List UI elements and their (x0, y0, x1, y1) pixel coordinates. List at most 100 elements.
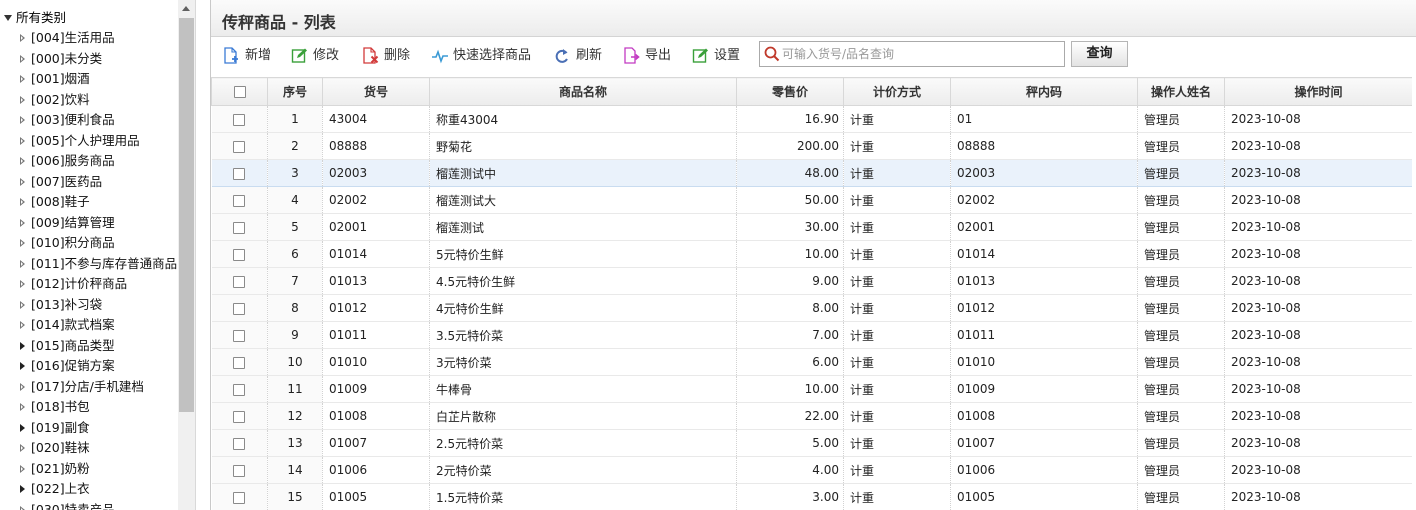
tree-item[interactable]: [003]便利食品 (20, 110, 115, 130)
row-checkbox[interactable] (233, 194, 246, 207)
cell-select[interactable] (211, 321, 268, 349)
expand-right-icon[interactable] (20, 116, 25, 124)
table-row[interactable]: 3 02003 榴莲测试中 48.00 计重 02003 管理员 2023-10-08 (211, 159, 1413, 187)
expand-right-icon[interactable] (20, 505, 25, 510)
header-scale-code[interactable]: 秤内码 (950, 77, 1138, 106)
query-button[interactable]: 查询 (1071, 41, 1128, 67)
expand-right-icon[interactable] (20, 218, 25, 227)
header-retail-price[interactable]: 零售价 (736, 77, 844, 106)
tree-item[interactable]: [006]服务商品 (20, 151, 115, 171)
tree-item[interactable]: [001]烟酒 (20, 69, 90, 89)
tree-item[interactable]: [030]特卖产品 (20, 500, 115, 510)
cell-select[interactable] (211, 375, 268, 403)
tree-item[interactable]: [000]未分类 (20, 49, 102, 69)
tree-item[interactable]: [011]不参与库存普通商品 (20, 254, 177, 274)
row-checkbox[interactable] (233, 113, 246, 126)
cell-select[interactable] (211, 348, 268, 376)
cell-select[interactable] (211, 294, 268, 322)
scrollbar-thumb[interactable] (179, 18, 194, 412)
row-checkbox[interactable] (233, 383, 246, 396)
cell-select[interactable] (211, 429, 268, 457)
tree-item[interactable]: [017]分店/手机建档 (20, 377, 144, 397)
cell-select[interactable] (211, 240, 268, 268)
row-checkbox[interactable] (233, 437, 246, 450)
header-item-code[interactable]: 货号 (322, 77, 430, 106)
tree-item[interactable]: [010]积分商品 (20, 233, 115, 253)
expand-right-icon[interactable] (20, 239, 25, 247)
expand-right-icon[interactable] (20, 444, 25, 452)
tree-item[interactable]: [015]商品类型 (20, 336, 115, 356)
table-row[interactable]: 12 01008 白芷片散称 22.00 计重 01008 管理员 2023-10-08 (211, 402, 1413, 430)
tree-item[interactable]: [013]补习袋 (20, 295, 102, 315)
expand-right-icon[interactable] (20, 177, 25, 186)
cell-select[interactable] (211, 186, 268, 214)
row-checkbox[interactable] (233, 221, 246, 234)
tree-scrollbar[interactable] (178, 0, 195, 510)
expand-right-icon[interactable] (20, 54, 25, 63)
tree-item[interactable]: [019]副食 (20, 418, 90, 438)
table-row[interactable]: 10 01010 3元特价菜 6.00 计重 01010 管理员 2023-10-08 (211, 348, 1413, 376)
tree-item[interactable]: [016]促销方案 (20, 356, 115, 376)
tree-root-all-categories[interactable]: 所有类别 (4, 10, 66, 26)
tree-item[interactable]: [022]上衣 (20, 479, 90, 499)
header-pricing-method[interactable]: 计价方式 (843, 77, 951, 106)
table-row[interactable]: 2 08888 野菊花 200.00 计重 08888 管理员 2023-10-08 (211, 132, 1413, 160)
expand-right-icon[interactable] (20, 341, 25, 350)
tree-item[interactable]: [018]书包 (20, 397, 90, 417)
row-checkbox[interactable] (233, 410, 246, 423)
expand-right-icon[interactable] (20, 362, 25, 370)
expand-right-icon[interactable] (20, 300, 25, 309)
cell-select[interactable] (211, 213, 268, 241)
expand-right-icon[interactable] (20, 423, 25, 432)
scroll-up-button[interactable] (178, 0, 195, 17)
row-checkbox[interactable] (233, 356, 246, 369)
expand-right-icon[interactable] (20, 198, 25, 206)
header-seq[interactable]: 序号 (267, 77, 323, 106)
tree-item[interactable]: [021]奶粉 (20, 459, 90, 479)
cell-select[interactable] (211, 159, 268, 187)
expand-right-icon[interactable] (20, 464, 25, 473)
cell-select[interactable] (211, 132, 268, 160)
tree-item[interactable]: [004]生活用品 (20, 28, 115, 48)
table-row[interactable]: 13 01007 2.5元特价菜 5.00 计重 01007 管理员 2023-10-08 (211, 429, 1413, 457)
expand-right-icon[interactable] (20, 259, 25, 268)
tree-item[interactable]: [012]计价秤商品 (20, 274, 127, 294)
expand-right-icon[interactable] (20, 75, 25, 83)
search-input[interactable] (782, 44, 1062, 64)
table-row[interactable]: 6 01014 5元特价生鲜 10.00 计重 01014 管理员 2023-10-08 (211, 240, 1413, 268)
tree-item[interactable]: [008]鞋子 (20, 192, 90, 212)
table-row[interactable]: 11 01009 牛棒骨 10.00 计重 01009 管理员 2023-10-08 (211, 375, 1413, 403)
expand-right-icon[interactable] (20, 382, 25, 391)
expand-right-icon[interactable] (20, 95, 25, 104)
table-row[interactable]: 5 02001 榴莲测试 30.00 计重 02001 管理员 2023-10-08 (211, 213, 1413, 241)
expand-right-icon[interactable] (20, 321, 25, 329)
table-row[interactable]: 7 01013 4.5元特价生鲜 9.00 计重 01013 管理员 2023-10-08 (211, 267, 1413, 295)
expand-right-icon[interactable] (20, 403, 25, 411)
header-product-name[interactable]: 商品名称 (429, 77, 737, 106)
expand-right-icon[interactable] (20, 136, 25, 145)
expand-right-icon[interactable] (20, 34, 25, 42)
row-checkbox[interactable] (233, 491, 246, 504)
row-checkbox[interactable] (233, 275, 246, 288)
tree-item[interactable]: [009]结算管理 (20, 213, 115, 233)
row-checkbox[interactable] (233, 464, 246, 477)
cell-select[interactable] (211, 483, 268, 510)
expand-right-icon[interactable] (20, 280, 25, 288)
cell-select[interactable] (211, 105, 268, 133)
row-checkbox[interactable] (233, 140, 246, 153)
tree-item[interactable]: [020]鞋袜 (20, 438, 90, 458)
table-row[interactable]: 15 01005 1.5元特价菜 3.00 计重 01005 管理员 2023-10-08 (211, 483, 1413, 510)
table-row[interactable]: 4 02002 榴莲测试大 50.00 计重 02002 管理员 2023-10-08 (211, 186, 1413, 214)
search-box[interactable] (759, 41, 1065, 67)
header-select-all[interactable] (211, 77, 268, 106)
tree-item[interactable]: [014]款式档案 (20, 315, 115, 335)
cell-select[interactable] (211, 402, 268, 430)
select-all-checkbox[interactable] (233, 86, 246, 98)
tree-item[interactable]: [002]饮料 (20, 90, 90, 110)
table-row[interactable]: 9 01011 3.5元特价菜 7.00 计重 01011 管理员 2023-10-08 (211, 321, 1413, 349)
header-operation-time[interactable]: 操作时间 (1224, 77, 1413, 106)
expand-right-icon[interactable] (20, 157, 25, 165)
row-checkbox[interactable] (233, 302, 246, 315)
expand-right-icon[interactable] (20, 485, 25, 493)
table-row[interactable]: 1 43004 称重43004 16.90 计重 01 管理员 2023-10-08 (211, 105, 1413, 133)
